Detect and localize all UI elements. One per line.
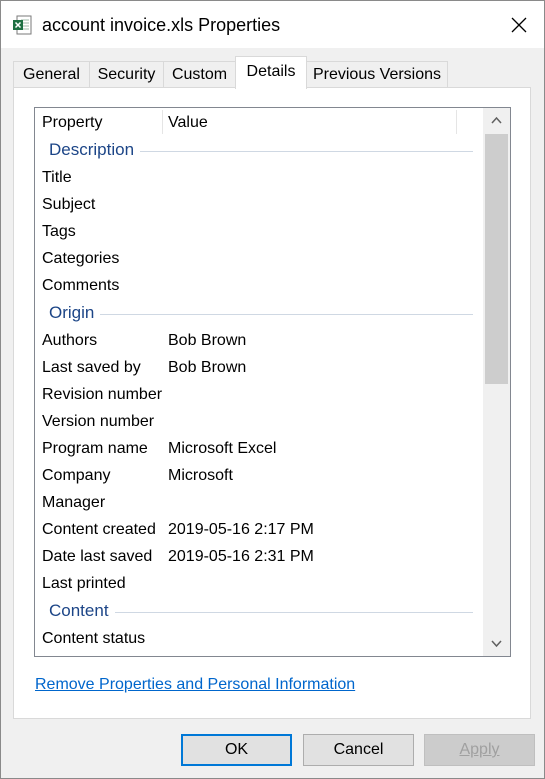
list-item[interactable]: Tags (35, 219, 483, 246)
cancel-button[interactable]: Cancel (303, 734, 414, 766)
property-name: Last printed (42, 575, 126, 592)
list-item[interactable]: Comments (35, 273, 483, 300)
list-item[interactable]: Subject (35, 192, 483, 219)
property-name: Manager (42, 494, 106, 511)
title-bar: account invoice.xls Properties (1, 1, 544, 48)
list-item[interactable]: Content status (35, 626, 483, 653)
excel-file-icon (12, 15, 32, 35)
list-item[interactable]: Authors Bob Brown (35, 328, 483, 355)
property-name: Tags (42, 223, 76, 240)
close-icon (498, 17, 538, 47)
group-label: Origin (49, 303, 101, 323)
list-item[interactable]: Revision number (35, 382, 483, 409)
property-name: Last saved by (42, 359, 141, 376)
vertical-scrollbar[interactable] (483, 108, 510, 656)
list-item[interactable]: Last printed (35, 571, 483, 598)
tab-details[interactable]: Details (235, 56, 307, 89)
chevron-down-icon (483, 640, 510, 656)
list-item[interactable]: Version number (35, 409, 483, 436)
property-name: Version number (42, 413, 155, 430)
property-name: Program name (42, 440, 148, 457)
list-header: Property Value (35, 108, 483, 137)
tab-previous-versions[interactable]: Previous Versions (306, 61, 448, 87)
list-item[interactable]: Last saved by Bob Brown (35, 355, 483, 382)
property-name: Content created (42, 521, 156, 538)
details-panel: Property Value Description Title Subject… (13, 87, 531, 719)
group-label: Description (49, 140, 141, 160)
list-item[interactable]: Content created 2019-05-16 2:17 PM (35, 517, 483, 544)
column-divider[interactable] (162, 110, 163, 134)
property-name: Company (42, 467, 111, 484)
column-divider[interactable] (456, 110, 457, 134)
list-item[interactable]: Categories (35, 246, 483, 273)
properties-dialog: account invoice.xls Properties General S… (0, 0, 545, 779)
group-origin: Origin (35, 300, 483, 328)
group-description: Description (35, 137, 483, 165)
list-item[interactable]: Date last saved 2019-05-16 2:31 PM (35, 544, 483, 571)
group-divider (49, 314, 473, 315)
apply-button[interactable]: Apply (424, 734, 535, 766)
list-item[interactable]: Title (35, 165, 483, 192)
group-label: Content (49, 601, 115, 621)
scroll-up-button[interactable] (483, 108, 510, 132)
window-title: account invoice.xls Properties (42, 15, 281, 35)
close-button[interactable] (498, 7, 538, 43)
list-item[interactable]: Manager (35, 490, 483, 517)
property-name: Title (42, 169, 72, 186)
list-item[interactable]: Company Microsoft (35, 463, 483, 490)
scrollbar-thumb[interactable] (485, 134, 508, 384)
column-header-property[interactable]: Property (42, 113, 102, 133)
property-value: Microsoft (168, 467, 233, 484)
remove-properties-link[interactable]: Remove Properties and Personal Informati… (35, 676, 355, 694)
ok-button[interactable]: OK (181, 734, 292, 766)
group-content: Content (35, 598, 483, 626)
apply-button-label: Apply (459, 741, 500, 758)
property-name: Revision number (42, 386, 163, 403)
property-name: Content status (42, 630, 146, 647)
property-name: Authors (42, 332, 98, 349)
property-name: Subject (42, 196, 96, 213)
property-value: Microsoft Excel (168, 440, 277, 457)
list-item[interactable]: Program name Microsoft Excel (35, 436, 483, 463)
property-name: Date last saved (42, 548, 153, 565)
tab-general[interactable]: General (13, 61, 90, 87)
property-name: Categories (42, 250, 120, 267)
property-value: 2019-05-16 2:17 PM (168, 521, 314, 538)
tab-security[interactable]: Security (89, 61, 164, 87)
property-value: Bob Brown (168, 359, 247, 376)
property-value: 2019-05-16 2:31 PM (168, 548, 314, 565)
column-header-value[interactable]: Value (168, 113, 208, 133)
list-body: Description Title Subject Tags Categorie… (35, 137, 483, 653)
properties-list[interactable]: Property Value Description Title Subject… (34, 107, 511, 657)
property-name: Comments (42, 277, 120, 294)
property-value: Bob Brown (168, 332, 247, 349)
tab-custom[interactable]: Custom (163, 61, 236, 87)
scroll-down-button[interactable] (483, 632, 510, 656)
tab-strip: General Security Custom Details Previous… (1, 48, 544, 89)
